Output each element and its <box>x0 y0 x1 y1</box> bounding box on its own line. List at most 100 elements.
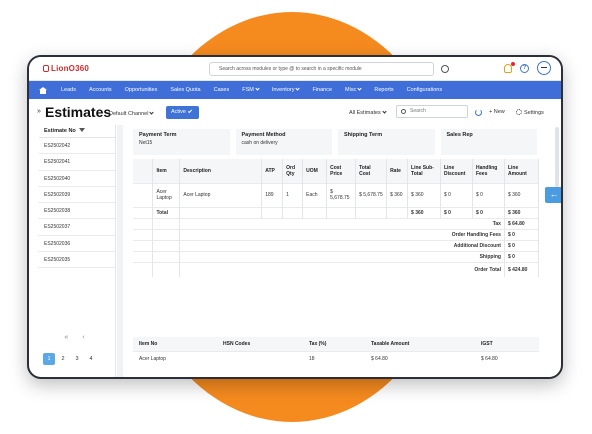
chevron-down-icon <box>382 109 387 114</box>
nav-sales-quota[interactable]: Sales Quota <box>170 87 200 93</box>
channel-selector[interactable]: Default Channel <box>109 110 155 117</box>
list-item[interactable]: ES2502038 <box>39 203 115 220</box>
line-items-header: Item Description ATP Ord Qty UOM Cost Pr… <box>133 159 540 183</box>
row-cell: $ 64.80 <box>365 350 475 367</box>
summary-label: Order Handling Fees <box>179 228 505 240</box>
total-label: Total <box>152 206 181 218</box>
status-button[interactable]: Active <box>166 106 199 119</box>
row-cell: $ 0 <box>472 182 505 207</box>
refresh-icon[interactable] <box>475 109 482 116</box>
view-label: All Estimates <box>349 110 381 116</box>
terms-row: Payment Term Net15 Payment Method cash o… <box>133 129 537 155</box>
list-item[interactable]: ES2502039 <box>39 187 115 204</box>
estimate-detail: Payment Term Net15 Payment Method cash o… <box>117 125 551 377</box>
payment-method-box: Payment Method cash on delivery <box>235 129 332 155</box>
app-window: LionO360 Search across modules or type @… <box>27 55 563 379</box>
bell-icon[interactable] <box>504 61 515 73</box>
list-item[interactable]: ES2502036 <box>39 236 115 253</box>
summary-label: Additional Discount <box>179 239 505 251</box>
row-cell-empty <box>386 206 409 218</box>
logo-text: LionO360 <box>51 64 90 73</box>
row-cell-empty <box>152 250 181 262</box>
table-row[interactable]: Acer Laptop Acer Laptop 189 1 Each $ 5,6… <box>133 182 540 207</box>
tax-header: Item No HSN Codes Tax (%) Taxable Amount… <box>133 337 539 351</box>
detail-gutter <box>117 125 123 377</box>
list-item[interactable]: ES2502041 <box>39 154 115 171</box>
nav-fsm-label: FSM <box>242 87 254 93</box>
global-search-placeholder: Search across modules or type @ to searc… <box>219 66 362 72</box>
filter-icon[interactable] <box>78 128 85 132</box>
arrow-left-icon[interactable]: ← <box>545 187 561 203</box>
pager: 1 2 3 4 <box>43 353 97 365</box>
row-cell: 189 <box>261 182 284 207</box>
avatar[interactable] <box>537 61 551 75</box>
nav-fsm[interactable]: FSM <box>242 86 260 93</box>
target-icon[interactable] <box>441 65 449 73</box>
row-cell-empty <box>152 228 181 240</box>
summary-value: $ 0 <box>504 250 540 262</box>
estimate-list-header-label: Estimate No <box>44 128 76 134</box>
collapse-sidebar-icon[interactable]: » <box>37 108 41 115</box>
nav-configurations[interactable]: Configurations <box>407 87 442 93</box>
row-cell: 18 <box>303 350 365 367</box>
row-cell-empty <box>302 206 328 218</box>
page-3[interactable]: 3 <box>71 353 83 365</box>
view-selector[interactable]: All Estimates <box>349 109 387 116</box>
summary-value: $ 0 <box>504 228 540 240</box>
header-cell: Rate <box>386 159 409 183</box>
logo-mark-icon <box>43 65 49 72</box>
list-item[interactable]: ES2502042 <box>39 138 115 155</box>
sales-rep-box: Sales Rep <box>440 129 537 155</box>
estimate-list: Estimate No ES2502042 ES2502041 ES250204… <box>39 125 116 377</box>
nav-accounts[interactable]: Accounts <box>89 87 112 93</box>
table-row[interactable]: Acer Laptop 18 $ 64.80 $ 64.80 <box>133 350 539 367</box>
header-cell: Item <box>152 159 181 183</box>
row-cell: Acer Laptop <box>152 182 181 207</box>
row-cell: 1 <box>282 182 304 207</box>
header-cell: Description <box>179 159 263 183</box>
pager-prev-arrows[interactable]: « ‹ <box>39 334 116 341</box>
chevron-down-icon <box>295 86 301 91</box>
row-cell-empty <box>133 217 154 229</box>
nav-reports[interactable]: Reports <box>374 87 393 93</box>
nav-misc-label: Misc <box>345 87 357 93</box>
home-icon[interactable] <box>39 86 47 94</box>
row-cell: $ 5,678.75 <box>355 182 388 207</box>
list-item[interactable]: ES2502040 <box>39 171 115 187</box>
new-button[interactable]: + New <box>489 109 505 115</box>
summary-row-order-total: Order Total $ 424.80 <box>133 261 540 277</box>
settings-button[interactable]: Settings <box>516 109 544 116</box>
page-2[interactable]: 2 <box>57 353 69 365</box>
header-cell: IGST <box>475 337 539 351</box>
page-4[interactable]: 4 <box>85 353 97 365</box>
row-cell: $ 0 <box>440 182 473 207</box>
top-bar: LionO360 Search across modules or type @… <box>29 57 561 81</box>
payment-method-value: cash on delivery <box>241 140 278 146</box>
nav-finance[interactable]: Finance <box>312 87 332 93</box>
header-cell: Tax (%) <box>303 337 365 351</box>
estimate-search-input[interactable]: Search <box>396 105 468 118</box>
row-cell: $ 360 <box>407 182 441 207</box>
list-item[interactable]: ES2502035 <box>39 252 115 269</box>
global-search-input[interactable]: Search across modules or type @ to searc… <box>209 62 449 76</box>
list-item[interactable]: ES2502037 <box>39 219 115 236</box>
row-cell-empty <box>133 228 154 240</box>
summary-row-handling: Order Handling Fees $ 0 <box>133 228 540 240</box>
scrollbar[interactable] <box>555 127 559 187</box>
header-cell: UOM <box>302 159 328 183</box>
help-icon[interactable]: ? <box>520 63 529 73</box>
page-title: Estimates <box>45 104 112 120</box>
nav-leads[interactable]: Leads <box>61 87 76 93</box>
page-toolbar: » Estimates Default Channel Active All E… <box>29 99 561 125</box>
nav-cases[interactable]: Cases <box>214 87 230 93</box>
summary-value: $ 424.80 <box>504 261 540 277</box>
settings-label: Settings <box>524 110 544 116</box>
nav-inventory[interactable]: Inventory <box>272 86 301 93</box>
nav-opportunities[interactable]: Opportunities <box>125 87 158 93</box>
page-1[interactable]: 1 <box>43 353 55 365</box>
nav-misc[interactable]: Misc <box>345 86 362 93</box>
row-cell-empty <box>133 261 154 277</box>
row-cell: $ 360 <box>386 182 409 207</box>
row-cell <box>217 350 303 367</box>
header-cell: Cost Price <box>326 159 357 183</box>
